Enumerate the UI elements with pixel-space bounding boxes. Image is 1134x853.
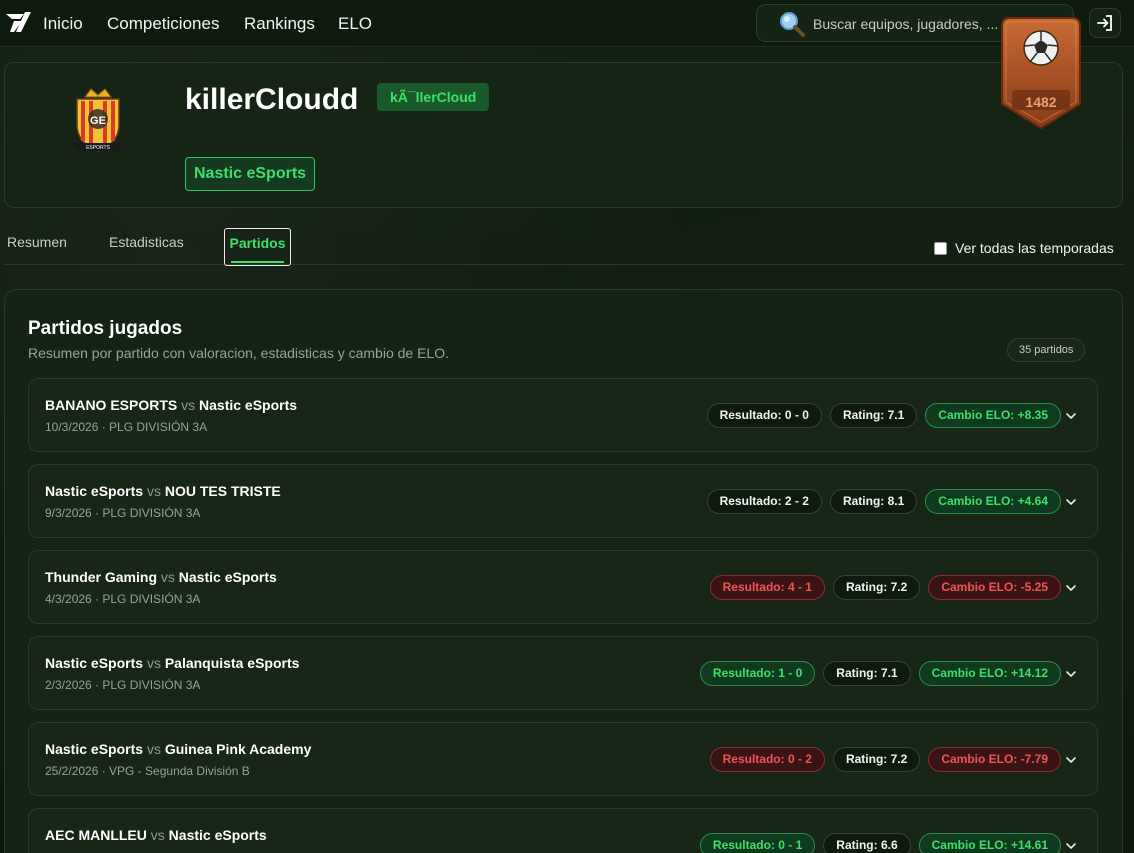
search-icon	[780, 12, 805, 37]
match-result-pill: Resultado: 0 - 1	[699, 833, 816, 853]
team-link[interactable]: Nastic eSports	[185, 157, 316, 191]
match-home-team: Nastic eSports	[45, 655, 144, 671]
match-row[interactable]: Thunder Gaming vs Nastic eSports 4/3/2026…	[28, 550, 1098, 624]
match-row[interactable]: Nastic eSports vs Guinea Pink Academy 25/…	[28, 722, 1098, 796]
match-vs: vs	[181, 397, 196, 413]
match-result-pill: Resultado: 0 - 2	[709, 747, 825, 772]
match-rating-pill: Rating: 8.1	[829, 489, 918, 514]
match-rating-pill: Rating: 6.6	[823, 833, 911, 853]
match-home-team: BANANO ESPORTS	[45, 397, 178, 413]
match-elo-change-pill: Cambio ELO: -5.25	[928, 575, 1061, 600]
match-meta: 4/3/2026 · PLG DIVISIÓN 3A	[45, 592, 201, 606]
tab-resumen[interactable]: Resumen	[7, 234, 67, 250]
match-elo-change-pill: Cambio ELO: -7.79	[928, 747, 1061, 772]
nav-competiciones[interactable]: Competiciones	[107, 14, 219, 34]
match-elo-change-pill: Cambio ELO: +14.12	[918, 661, 1061, 686]
match-away-team: Nastic eSports	[178, 569, 277, 585]
match-home-team: Nastic eSports	[45, 483, 144, 499]
match-pills: Resultado: 1 - 0 Rating: 7.1 Cambio ELO: +…	[699, 661, 1077, 686]
match-title: Nastic eSports vs Palanquista eSports	[45, 655, 299, 671]
gamertag-badge: kÃ¯llerCloud	[377, 83, 490, 111]
match-elo-change-pill: Cambio ELO: +4.64	[925, 489, 1061, 514]
match-row[interactable]: Nastic eSports vs NOU TES TRISTE 9/3/2026…	[28, 464, 1098, 538]
match-title: BANANO ESPORTS vs Nastic eSports	[45, 397, 297, 413]
match-title: Nastic eSports vs NOU TES TRISTE	[45, 483, 281, 499]
match-pills: Resultado: 0 - 0 Rating: 7.1 Cambio ELO: +…	[706, 403, 1077, 428]
match-title: AEC MANLLEU vs Nastic eSports	[45, 827, 267, 843]
match-home-team: Thunder Gaming	[45, 569, 157, 585]
match-row[interactable]: BANANO ESPORTS vs Nastic eSports 10/3/202…	[28, 378, 1098, 452]
top-nav: Inicio Competiciones Rankings ELO	[0, 0, 1134, 47]
match-row[interactable]: AEC MANLLEU vs Nastic eSports Resultado: …	[28, 808, 1098, 853]
match-away-team: NOU TES TRISTE	[164, 483, 281, 499]
match-away-team: Guinea Pink Academy	[164, 741, 312, 757]
player-username: killerCloudd	[185, 83, 359, 116]
elo-value: 1482	[1025, 94, 1057, 110]
chevron-down-icon[interactable]	[1065, 840, 1077, 852]
season-checkbox[interactable]	[934, 242, 947, 255]
match-title: Nastic eSports vs Guinea Pink Academy	[45, 741, 311, 757]
match-pills: Resultado: 4 - 1 Rating: 7.2 Cambio ELO: -…	[709, 575, 1077, 600]
match-home-team: AEC MANLLEU	[45, 827, 147, 843]
match-elo-change-pill: Cambio ELO: +14.61	[918, 833, 1061, 853]
nav-inicio[interactable]: Inicio	[43, 14, 83, 34]
team-crest-icon: GE ESPORTS	[73, 88, 123, 152]
match-title: Thunder Gaming vs Nastic eSports	[45, 569, 277, 585]
tab-estadisticas[interactable]: Estadisticas	[109, 234, 184, 250]
match-meta: 9/3/2026 · PLG DIVISIÓN 3A	[45, 506, 201, 520]
match-rating-pill: Rating: 7.1	[823, 661, 911, 686]
season-checkbox-label[interactable]: Ver todas las temporadas	[955, 240, 1114, 256]
match-elo-change-pill: Cambio ELO: +8.35	[925, 403, 1061, 428]
match-vs: vs	[146, 483, 161, 499]
match-result-pill: Resultado: 2 - 2	[706, 489, 822, 514]
match-away-team: Nastic eSports	[168, 827, 267, 843]
svg-text:GE: GE	[90, 115, 106, 127]
elo-badge-icon	[1001, 17, 1081, 130]
chevron-down-icon[interactable]	[1065, 668, 1077, 680]
login-icon	[1097, 15, 1112, 31]
match-vs: vs	[146, 655, 161, 671]
match-rating-pill: Rating: 7.1	[829, 403, 918, 428]
match-home-team: Nastic eSports	[45, 741, 144, 757]
match-result-pill: Resultado: 1 - 0	[699, 661, 816, 686]
match-meta: 10/3/2026 · PLG DIVISIÓN 3A	[45, 420, 208, 434]
chevron-down-icon[interactable]	[1065, 582, 1077, 594]
nav-rankings[interactable]: Rankings	[244, 14, 315, 34]
match-away-team: Palanquista eSports	[164, 655, 300, 671]
login-button[interactable]	[1089, 8, 1121, 38]
match-row[interactable]: Nastic eSports vs Palanquista eSports 2/3…	[28, 636, 1098, 710]
match-count-badge: 35 partidos	[1007, 338, 1086, 362]
match-pills: Resultado: 2 - 2 Rating: 8.1 Cambio ELO: +…	[706, 489, 1077, 514]
nav-elo[interactable]: ELO	[338, 14, 372, 34]
match-meta: 2/3/2026 · PLG DIVISIÓN 3A	[45, 678, 201, 692]
match-vs: vs	[160, 569, 175, 585]
match-vs: vs	[150, 827, 165, 843]
svg-text:ESPORTS: ESPORTS	[86, 145, 110, 151]
tab-partidos[interactable]: Partidos	[224, 228, 291, 266]
match-rating-pill: Rating: 7.2	[832, 575, 921, 600]
match-away-team: Nastic eSports	[199, 397, 298, 413]
match-pills: Resultado: 0 - 2 Rating: 7.2 Cambio ELO: -…	[709, 747, 1077, 772]
match-vs: vs	[146, 741, 161, 757]
chevron-down-icon[interactable]	[1065, 496, 1077, 508]
chevron-down-icon[interactable]	[1065, 754, 1077, 766]
matches-panel-title: Partidos jugados	[28, 318, 183, 339]
profile-card: GE ESPORTS killerCloudd kÃ¯llerCloud Nas…	[4, 62, 1123, 208]
match-result-pill: Resultado: 0 - 0	[706, 403, 822, 428]
match-result-pill: Resultado: 4 - 1	[709, 575, 825, 600]
chevron-down-icon[interactable]	[1065, 410, 1077, 422]
matches-panel-subtitle: Resumen por partido con valoracion, esta…	[28, 345, 449, 361]
match-pills: Resultado: 0 - 1 Rating: 6.6 Cambio ELO: +…	[699, 833, 1077, 853]
app-logo-icon[interactable]	[4, 10, 32, 34]
match-meta: 25/2/2026 · VPG - Segunda División B	[45, 764, 250, 778]
match-rating-pill: Rating: 7.2	[832, 747, 921, 772]
